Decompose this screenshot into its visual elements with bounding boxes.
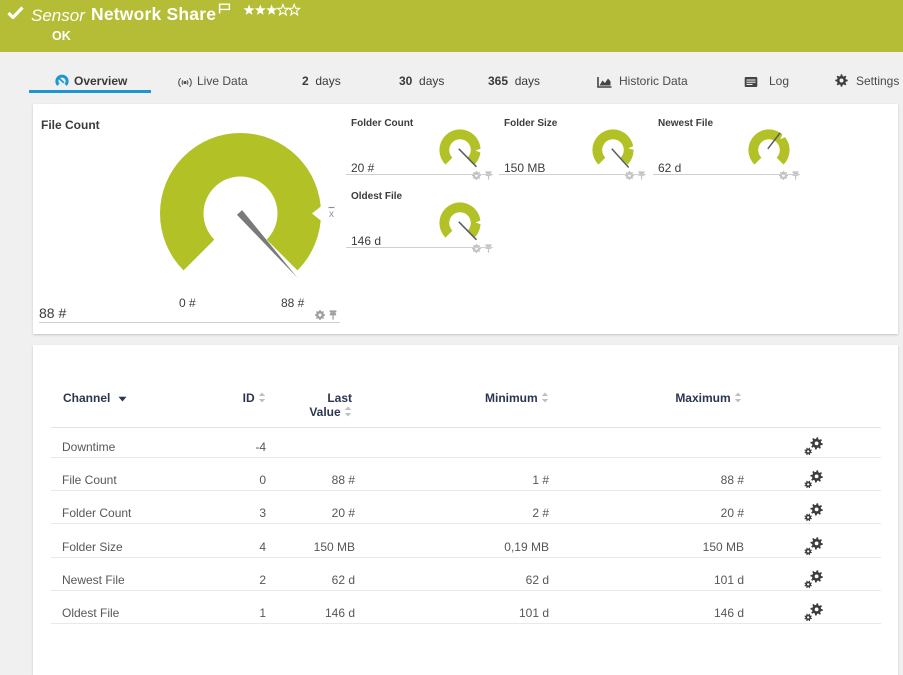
svg-text:x: x: [329, 209, 334, 218]
